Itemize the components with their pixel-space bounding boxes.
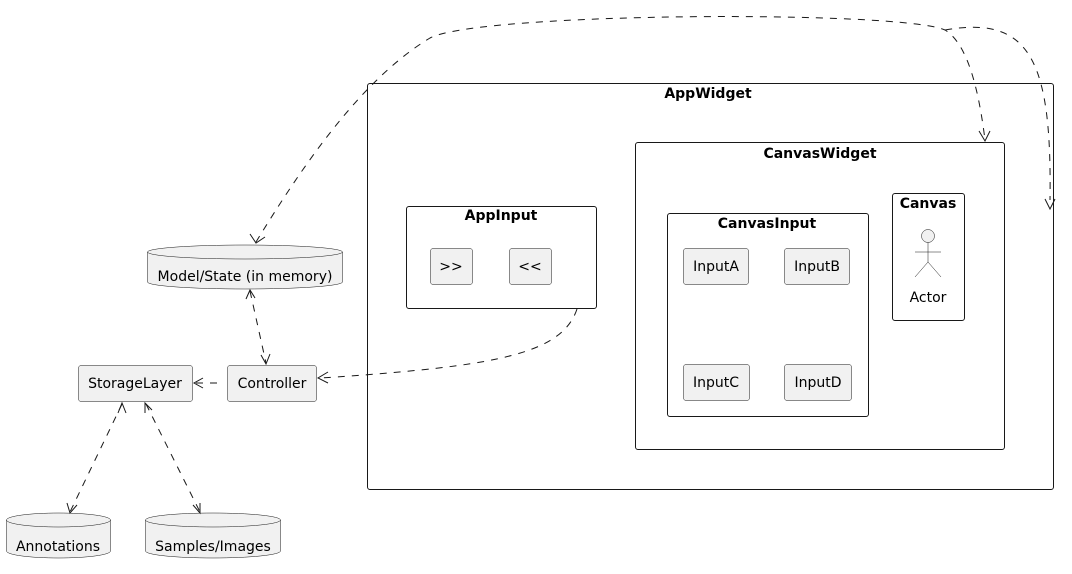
node-label: InputC (693, 375, 739, 391)
package-canvas-input: CanvasInput InputA InputB InputC InputD (667, 213, 869, 417)
package-canvas-widget: CanvasWidget (635, 142, 1005, 450)
package-title: CanvasInput (718, 216, 817, 232)
node-label: Annotations (16, 539, 100, 555)
node-back: << (509, 248, 552, 285)
database-annotations: Annotations (6, 512, 111, 559)
node-label: InputD (794, 375, 841, 391)
node-label: InputB (794, 259, 840, 275)
package-title: AppInput (465, 208, 538, 224)
architecture-diagram: AppWidget CanvasWidget Canvas Actor Canv… (6, 16, 1056, 559)
node-label: Model/State (in memory) (158, 269, 333, 285)
node-controller: Controller (227, 365, 317, 402)
package-title: AppWidget (664, 86, 752, 102)
node-label: Samples/Images (155, 539, 271, 555)
package-canvas: Canvas Actor (892, 193, 965, 321)
node-label: << (518, 259, 541, 275)
node-label: >> (439, 259, 462, 275)
node-input-d: InputD (784, 364, 852, 401)
node-input-b: InputB (784, 248, 850, 285)
node-label: StorageLayer (88, 376, 182, 392)
node-label: Controller (238, 376, 307, 392)
database-model-state: Model/State (in memory) (147, 244, 343, 290)
edge-appinput-controller (316, 308, 578, 384)
actor-icon (914, 229, 942, 278)
actor-label: Actor (910, 290, 947, 306)
edge-storage-annotations (66, 401, 127, 515)
node-label: InputA (693, 259, 739, 275)
node-input-a: InputA (683, 248, 749, 285)
node-storage-layer: StorageLayer (78, 365, 193, 402)
node-input-c: InputC (683, 364, 750, 401)
package-title: Canvas (900, 196, 957, 212)
edge-storage-samples (144, 401, 201, 515)
edge-model-controller (245, 288, 271, 366)
package-title: CanvasWidget (763, 146, 876, 162)
package-app-widget: AppWidget (367, 83, 1054, 490)
package-app-input: AppInput >> << (406, 206, 597, 309)
database-samples-images: Samples/Images (145, 512, 281, 559)
node-forward: >> (430, 248, 473, 285)
edge-controller-storage (192, 377, 217, 389)
